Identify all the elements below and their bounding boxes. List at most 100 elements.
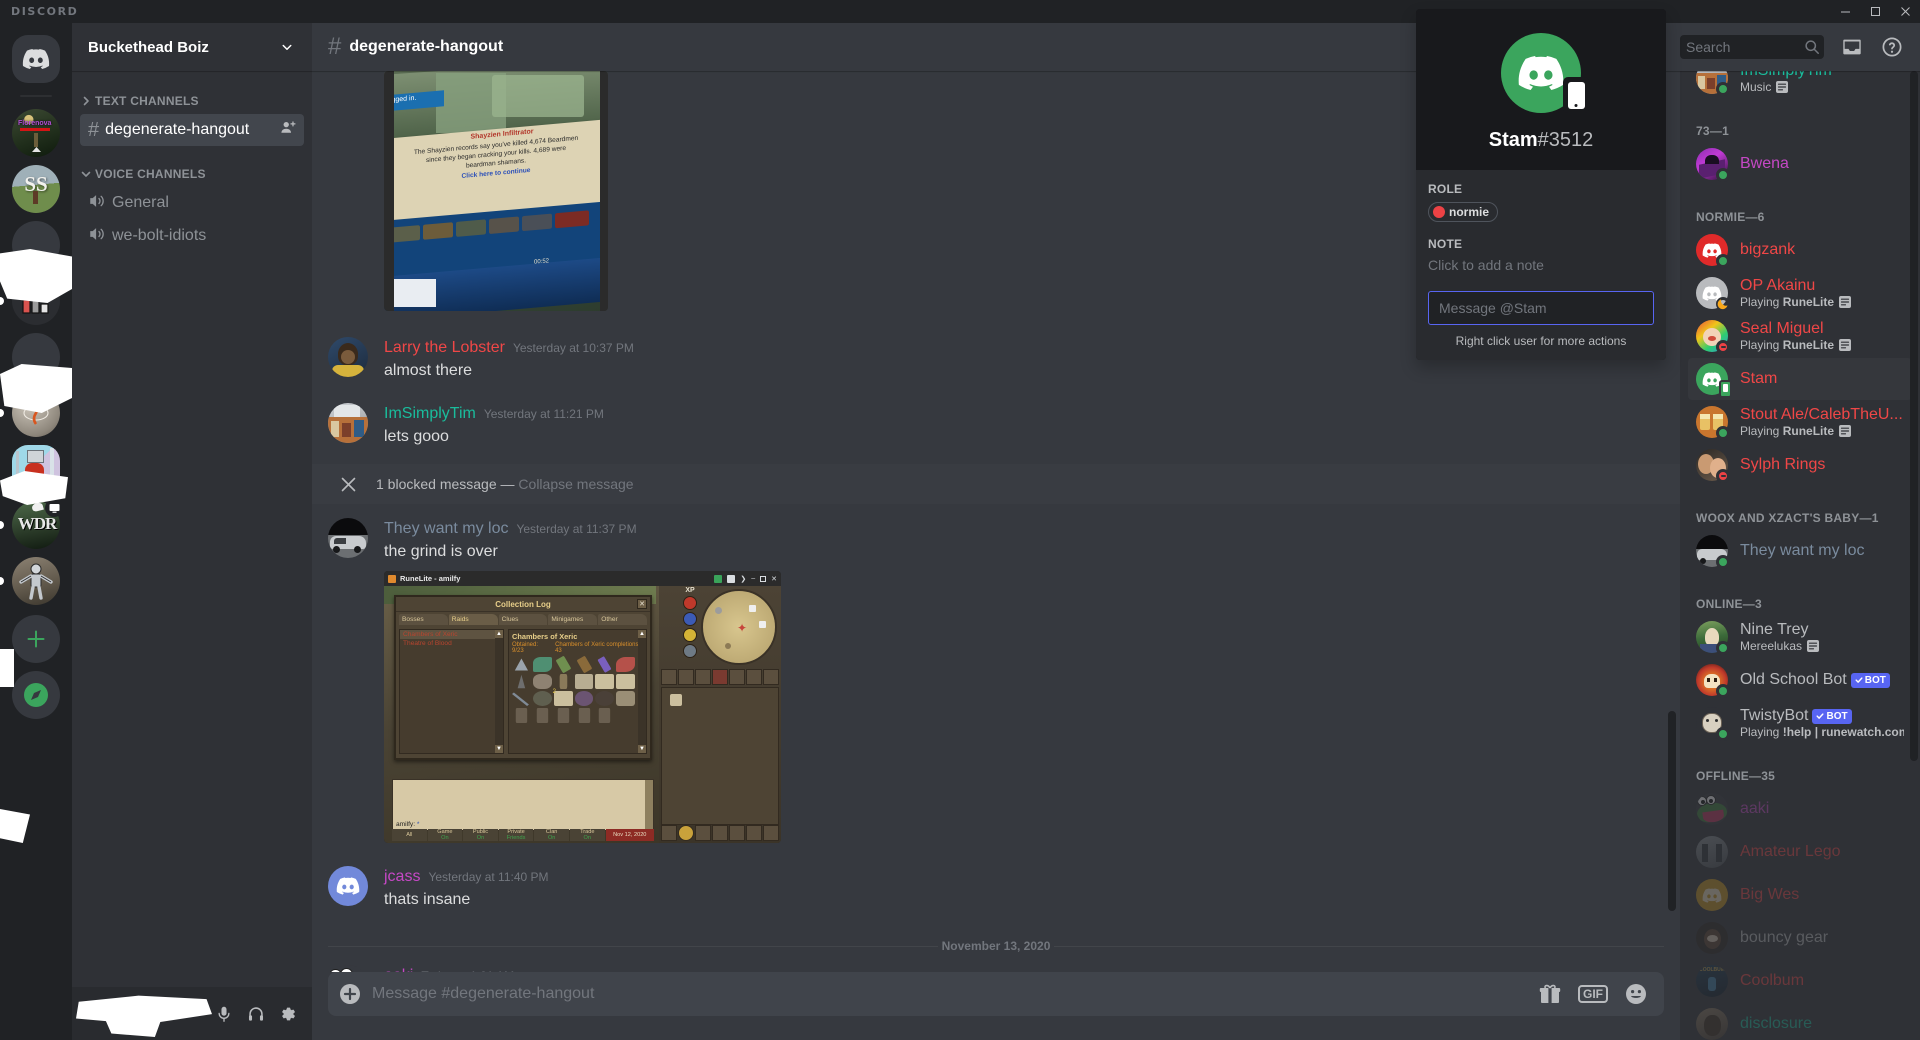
member-row[interactable]: TwistyBot BOT Playing !help | runewatch.… [1688, 702, 1912, 744]
avatar[interactable] [328, 337, 368, 377]
category-text-channels[interactable]: TEXT CHANNELS [72, 89, 312, 113]
home-button[interactable] [12, 35, 60, 83]
tab-minigames[interactable]: Minigames [548, 614, 598, 625]
tab-other[interactable]: Other [598, 614, 647, 625]
member-row[interactable]: Big Wes [1688, 874, 1912, 916]
chat-tab-private[interactable]: Private Friends [498, 829, 534, 841]
message-author[interactable]: jcass [384, 866, 420, 888]
message-composer[interactable]: Message #degenerate-hangout GIF [328, 972, 1664, 1016]
add-attachment-icon[interactable] [328, 972, 372, 1016]
collection-list-item-0[interactable]: Chambers of Xeric [400, 630, 503, 639]
help-icon[interactable] [1880, 35, 1904, 59]
user-profile-popout: Stam#3512 ROLE normie NOTE Click to add … [1416, 9, 1666, 360]
server-unread-pill-4 [0, 577, 4, 585]
collapse-message-link[interactable]: Collapse message [518, 476, 633, 492]
member-row[interactable]: Seal Miguel Playing RuneLite [1688, 315, 1912, 357]
message-attachment-photo[interactable]: logged in. Shayzien Infiltrator The Shay… [384, 71, 608, 311]
member-row[interactable]: Amateur Lego [1688, 831, 1912, 873]
message-author[interactable]: aaki [384, 965, 413, 972]
gift-icon[interactable] [1538, 982, 1562, 1006]
member-row[interactable]: Bwena [1688, 143, 1912, 185]
guild-header[interactable]: Buckethead Boiz [72, 23, 312, 71]
tab-clues[interactable]: Clues [498, 614, 548, 625]
runelite-xp-label[interactable]: XP [685, 587, 694, 594]
message-author[interactable]: Larry the Lobster [384, 337, 505, 359]
member-activity: Playing !help | runewatch.com [1740, 725, 1904, 739]
add-server-button[interactable] [12, 615, 60, 663]
message-item: They want my loc Yesterday at 11:37 PM t… [312, 516, 1680, 850]
member-info: bigzank [1740, 241, 1904, 259]
voice-channel-we-bolt-idiots[interactable]: we-bolt-idiots [80, 220, 304, 252]
member-row[interactable]: They want my loc [1688, 530, 1912, 572]
user-settings-gear-icon[interactable] [272, 998, 304, 1030]
avatar[interactable] [328, 403, 368, 443]
member-row[interactable]: Stout Ale/CalebTheU... Playing RuneLite [1688, 401, 1912, 443]
close-button[interactable] [1890, 0, 1920, 23]
member-row[interactable]: ImSimplyTim Music [1688, 71, 1912, 99]
message-input[interactable]: Message #degenerate-hangout [372, 985, 1538, 1003]
microphone-icon[interactable] [208, 998, 240, 1030]
tab-bosses[interactable]: Bosses [399, 614, 448, 625]
voice-channel-general[interactable]: General [80, 187, 304, 219]
member-row[interactable]: bigzank [1688, 229, 1912, 271]
inbox-icon[interactable] [1840, 35, 1864, 59]
runelite-inventory[interactable] [661, 687, 779, 825]
status-indicator [1716, 340, 1730, 354]
status-indicator [1716, 469, 1730, 483]
popout-message-input[interactable]: Message @Stam [1428, 291, 1654, 325]
gif-button[interactable]: GIF [1578, 985, 1608, 1003]
message-attachment-runelite[interactable]: RuneLite - amilfy ❯ – ✕ Collection Log ✕… [384, 571, 781, 843]
member-row[interactable]: COOLBUM Coolbum [1688, 960, 1912, 1002]
explore-servers-button[interactable] [12, 671, 60, 719]
member-row[interactable]: OP Akainu Playing RuneLite [1688, 272, 1912, 314]
create-invite-icon[interactable] [280, 120, 296, 141]
member-list-scrollbar[interactable] [1910, 71, 1918, 761]
avatar[interactable] [328, 866, 368, 906]
tab-raids[interactable]: Raids [448, 614, 498, 625]
avatar[interactable] [328, 965, 368, 972]
chat-date-button[interactable]: Nov 12, 2020 [605, 829, 654, 841]
popout-discriminator: #3512 [1537, 129, 1594, 151]
popout-note-input[interactable]: Click to add a note [1428, 257, 1654, 273]
member-info: Sylph Rings [1740, 456, 1904, 474]
search-input[interactable]: Search [1680, 35, 1824, 59]
server-icon-florenova[interactable]: Florenova [12, 109, 60, 157]
message-scrollbar[interactable] [1668, 711, 1676, 911]
role-chip[interactable]: normie [1428, 202, 1499, 222]
chat-tab-all[interactable]: All [392, 829, 427, 841]
close-icon[interactable] [336, 472, 360, 496]
server-icon-ss[interactable]: SS [12, 165, 60, 213]
member-row[interactable]: Sylph Rings [1688, 444, 1912, 486]
emoji-icon[interactable] [1624, 982, 1648, 1006]
chat-tab-game[interactable]: Game On [427, 829, 463, 841]
chat-tab-clan[interactable]: Clan On [534, 829, 569, 841]
category-voice-channels[interactable]: VOICE CHANNELS [72, 162, 312, 186]
message-author[interactable]: They want my loc [384, 518, 508, 540]
member-row[interactable]: Old School Bot BOT [1688, 659, 1912, 701]
member-info: Seal Miguel Playing RuneLite [1740, 320, 1904, 352]
server-knight-wrap [0, 557, 72, 605]
search-placeholder: Search [1686, 39, 1731, 55]
member-row[interactable]: aaki [1688, 788, 1912, 830]
runelite-minimap[interactable]: ✦ [701, 589, 777, 665]
collection-log-close-icon[interactable]: ✕ [637, 599, 647, 609]
popout-role-label: ROLE [1428, 182, 1463, 196]
member-row-stam[interactable]: Stam [1688, 358, 1912, 400]
chat-tab-public[interactable]: Public On [463, 829, 498, 841]
chat-tab-trade[interactable]: Trade On [569, 829, 605, 841]
maximize-button[interactable] [1860, 0, 1890, 23]
blocked-dash: — [500, 476, 515, 492]
member-row[interactable]: Nine Trey Mereelukas [1688, 616, 1912, 658]
member-row[interactable]: bouncy gear [1688, 917, 1912, 959]
collection-list-item-1[interactable]: Theatre of Blood [400, 639, 503, 648]
server-icon-knight[interactable] [12, 557, 60, 605]
status-indicator [1716, 641, 1730, 655]
avatar [1696, 621, 1730, 655]
member-row[interactable]: disclosure [1688, 1003, 1912, 1040]
channel-degenerate-hangout[interactable]: # degenerate-hangout [80, 114, 304, 146]
avatar[interactable] [328, 518, 368, 558]
message-author[interactable]: ImSimplyTim [384, 403, 476, 425]
headphones-icon[interactable] [240, 998, 272, 1030]
speaker-icon [88, 192, 106, 215]
minimize-button[interactable] [1830, 0, 1860, 23]
